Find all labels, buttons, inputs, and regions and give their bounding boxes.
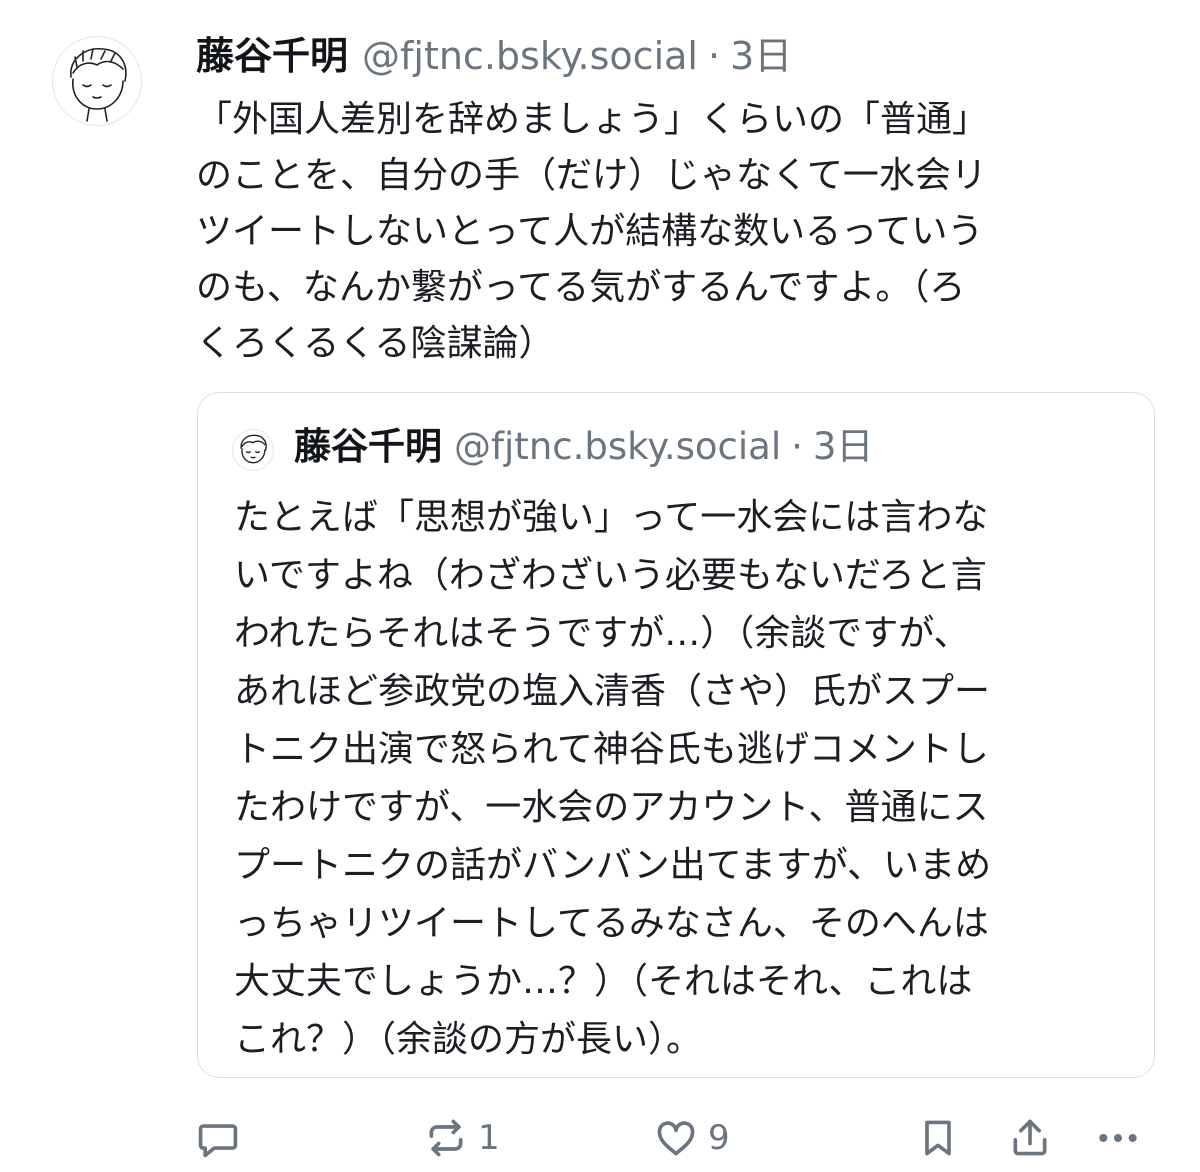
separator-dot: · bbox=[791, 425, 803, 468]
quoted-text-line: いですよね（わざわざいう必要もないだろと言 bbox=[234, 555, 987, 596]
quoted-author-name[interactable]: 藤谷千明 bbox=[294, 419, 442, 475]
post-timestamp[interactable]: 3日 bbox=[730, 28, 792, 84]
quoted-text-line: たとえば「思想が強い」って一水会には言わな bbox=[234, 497, 989, 538]
quoted-post[interactable]: 藤谷千明 @fjtnc.bsky.social · 3日 たとえば「思想が強い」… bbox=[197, 392, 1155, 1078]
post-text-line: のも、なんか繋がってる気がするんですよ。（ろ bbox=[196, 267, 966, 308]
more-icon bbox=[1099, 1133, 1137, 1143]
post[interactable]: 藤谷千明 @fjtnc.bsky.social · 3日 「外国人差別を辞めまし… bbox=[0, 0, 1200, 1172]
like-count: 9 bbox=[708, 1118, 730, 1158]
like-button[interactable]: 9 bbox=[654, 1112, 730, 1164]
avatar-drawing bbox=[70, 48, 127, 122]
avatar-drawing bbox=[240, 434, 267, 464]
quoted-text-line: っちゃリツイートしてるみなさん、そのへんは bbox=[234, 903, 989, 944]
post-text: 「外国人差別を辞めましょう」くらいの「普通」 のことを、自分の手（だけ）じゃなく… bbox=[196, 92, 1136, 372]
quoted-post-header: 藤谷千明 @fjtnc.bsky.social · 3日 bbox=[294, 419, 873, 475]
repost-icon bbox=[429, 1119, 463, 1157]
reply-button[interactable] bbox=[196, 1112, 240, 1164]
share-icon bbox=[1013, 1119, 1047, 1156]
bookmark-icon bbox=[925, 1120, 951, 1156]
post-text-line: ツイートしないとって人が結構な数いるっていう bbox=[196, 211, 984, 252]
reply-icon bbox=[198, 1124, 238, 1158]
post-text-line: 「外国人差別を辞めましょう」くらいの「普通」 bbox=[196, 99, 989, 140]
quoted-text-line: われたらそれはそうですが…）（余談ですが、 bbox=[234, 613, 970, 654]
author-handle[interactable]: @fjtnc.bsky.social bbox=[362, 28, 698, 84]
quoted-post-text: たとえば「思想が強い」って一水会には言わな いですよね（わざわざいう必要もないだ… bbox=[234, 489, 1134, 1069]
quoted-text-line: これ？）（余談の方が長い）。 bbox=[234, 1019, 703, 1060]
share-button[interactable] bbox=[1008, 1112, 1052, 1164]
post-text-line: のことを、自分の手（だけ）じゃなくて一水会リ bbox=[196, 155, 987, 196]
quoted-text-line: たわけですが、一水会のアカウント、普通にス bbox=[234, 787, 989, 828]
post-action-bar: 1 9 bbox=[192, 1112, 1152, 1164]
repost-count: 1 bbox=[478, 1118, 500, 1158]
author-name[interactable]: 藤谷千明 bbox=[196, 28, 348, 84]
repost-button[interactable]: 1 bbox=[424, 1112, 500, 1164]
author-avatar[interactable] bbox=[52, 36, 142, 126]
bookmark-button[interactable] bbox=[916, 1112, 960, 1164]
separator-dot: · bbox=[707, 34, 721, 78]
heart-icon bbox=[657, 1121, 695, 1156]
quoted-author-handle[interactable]: @fjtnc.bsky.social bbox=[454, 419, 781, 475]
quoted-text-line: トニク出演で怒られて神谷氏も逃げコメントし bbox=[234, 729, 989, 770]
quoted-text-line: 大丈夫でしょうか…？）（それはそれ、これは bbox=[234, 961, 973, 1002]
quoted-text-line: プートニクの話がバンバン出てますが、いまめ bbox=[234, 845, 992, 886]
quoted-text-line: あれほど参政党の塩入清香（さや）氏がスプー bbox=[234, 671, 991, 712]
quoted-author-avatar[interactable] bbox=[232, 429, 274, 471]
post-header: 藤谷千明 @fjtnc.bsky.social · 3日 bbox=[196, 28, 792, 84]
post-text-line: くろくるくる陰謀論） bbox=[196, 323, 555, 364]
quoted-post-timestamp[interactable]: 3日 bbox=[813, 419, 874, 475]
more-options-button[interactable] bbox=[1094, 1112, 1142, 1164]
